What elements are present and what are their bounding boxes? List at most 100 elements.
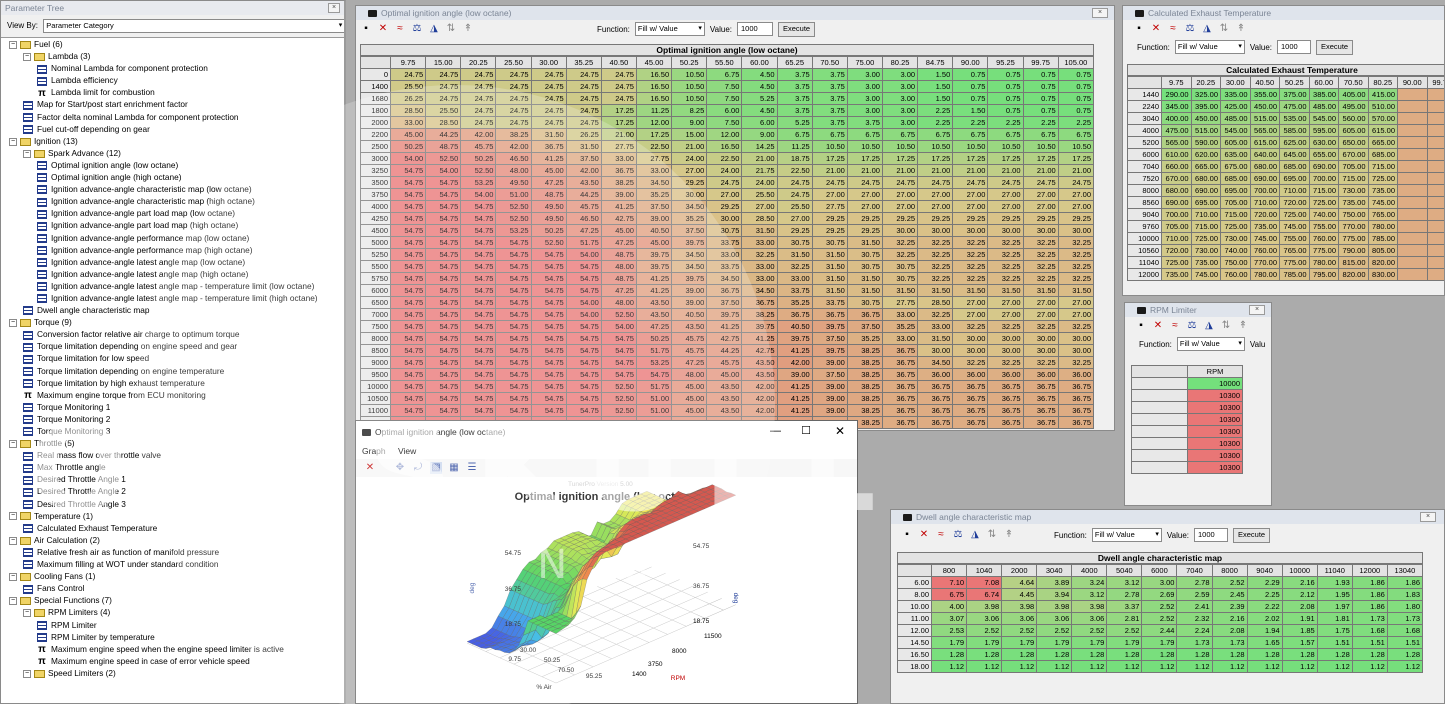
table-cell[interactable]: 27.00 <box>952 200 989 213</box>
table-cell[interactable]: 10300 <box>1187 437 1243 450</box>
table-cell[interactable]: 3.75 <box>776 104 813 117</box>
table-cell[interactable]: 54.75 <box>425 260 462 273</box>
table-cell[interactable]: 25.50 <box>389 80 427 93</box>
table-cell[interactable]: 54.75 <box>425 392 462 405</box>
grid-icon[interactable]: ☰ <box>466 462 478 474</box>
table-cell[interactable]: 745.00 <box>1279 220 1310 233</box>
tree-node[interactable]: − Cooling Fans (1) <box>1 570 344 582</box>
table-cell[interactable]: 54.75 <box>425 236 462 249</box>
table-cell[interactable]: 4.50 <box>741 104 778 117</box>
table-cell[interactable]: 565.00 <box>1161 136 1192 149</box>
table-cell[interactable]: 6.75 <box>917 128 954 141</box>
table-cell[interactable]: 620.00 <box>1190 148 1221 161</box>
table-cell[interactable]: 1.86 <box>1351 576 1388 589</box>
table-cell[interactable]: 10.50 <box>917 140 954 153</box>
table-cell[interactable]: 42.00 <box>741 404 778 417</box>
table-cell[interactable]: 49.50 <box>495 176 532 189</box>
table-cell[interactable]: 715.00 <box>1367 160 1398 173</box>
table-cell[interactable]: 485.00 <box>1308 100 1339 113</box>
tree-node[interactable]: Ignition advance-angle characteristic ma… <box>1 195 344 207</box>
table-cell[interactable]: 685.00 <box>1367 148 1398 161</box>
table-cell[interactable] <box>1397 88 1428 101</box>
table-cell[interactable]: 3.00 <box>881 92 919 105</box>
table-cell[interactable]: 54.75 <box>530 260 567 273</box>
collapse-icon[interactable]: − <box>23 669 31 678</box>
table-cell[interactable]: 30.00 <box>917 344 954 357</box>
collapse-icon[interactable]: − <box>9 512 17 521</box>
table-cell[interactable]: 43.50 <box>706 380 743 393</box>
table-cell[interactable]: 42.00 <box>776 356 813 369</box>
table-cell[interactable]: 2.08 <box>1211 624 1248 637</box>
table-cell[interactable]: 745.00 <box>1249 232 1280 245</box>
table-cell[interactable]: 21.00 <box>987 164 1024 177</box>
tree-node[interactable]: − Spark Advance (12) <box>1 147 344 159</box>
table-cell[interactable]: 24.75 <box>425 68 462 81</box>
table-cell[interactable]: 735.00 <box>1249 220 1280 233</box>
table-cell[interactable]: 4.45 <box>1001 588 1038 601</box>
table-cell[interactable]: 660.00 <box>1161 160 1192 173</box>
table-cell[interactable]: 665.00 <box>1190 160 1221 173</box>
table-cell[interactable]: 46.50 <box>495 152 532 165</box>
table-cell[interactable]: 22.50 <box>706 152 743 165</box>
tree-node[interactable]: − Fuel (6) <box>1 38 344 50</box>
table-cell[interactable]: 8.25 <box>671 104 708 117</box>
table-cell[interactable]: 10.50 <box>1057 140 1095 153</box>
table-cell[interactable]: 54.75 <box>460 332 497 345</box>
table-cell[interactable]: 24.75 <box>530 68 567 81</box>
tree-node[interactable]: Desired Throttle Angle 2 <box>1 485 344 497</box>
close-icon[interactable]: × <box>328 3 340 13</box>
table-cell[interactable]: 32.25 <box>881 248 919 261</box>
table-cell[interactable]: 3.00 <box>846 92 883 105</box>
table-cell[interactable]: 36.00 <box>917 368 954 381</box>
table-cell[interactable]: 0.75 <box>987 104 1024 117</box>
table-cell[interactable]: 54.75 <box>530 392 567 405</box>
table-cell[interactable]: 24.00 <box>706 164 743 177</box>
table-cell[interactable]: 715.00 <box>1308 184 1339 197</box>
table-cell[interactable]: 515.00 <box>1190 124 1221 137</box>
table-cell[interactable]: 670.00 <box>1161 172 1192 185</box>
table-cell[interactable]: 2.25 <box>987 116 1024 129</box>
table-cell[interactable]: 36.75 <box>1057 392 1095 405</box>
table-cell[interactable]: 2.25 <box>1057 116 1095 129</box>
table-cell[interactable] <box>1426 196 1444 209</box>
table-cell[interactable]: 2.52 <box>1071 624 1108 637</box>
table-cell[interactable]: 1.50 <box>917 68 954 81</box>
tree-node[interactable]: Calculated Exhaust Temperature <box>1 522 344 534</box>
table-cell[interactable]: 1.12 <box>1141 660 1178 673</box>
table-cell[interactable]: 54.75 <box>565 320 602 333</box>
tree-node[interactable]: − Special Functions (7) <box>1 594 344 606</box>
table-cell[interactable]: 3.24 <box>1071 576 1108 589</box>
table-cell[interactable]: 51.75 <box>565 236 602 249</box>
table-cell[interactable]: 29.25 <box>881 212 919 225</box>
save-icon[interactable]: ▪ <box>901 529 913 541</box>
table-cell[interactable]: 32.25 <box>1057 320 1095 333</box>
axis-icon[interactable]: ↟ <box>1237 320 1249 332</box>
table-cell[interactable]: 0.75 <box>1022 80 1059 93</box>
table-cell[interactable]: 1.28 <box>1351 648 1388 661</box>
table-cell[interactable]: 32.25 <box>987 272 1024 285</box>
table-cell[interactable] <box>1397 148 1428 161</box>
table-cell[interactable]: 38.25 <box>495 128 532 141</box>
table-cell[interactable]: 54.75 <box>530 344 567 357</box>
table-cell[interactable]: 1.65 <box>1246 636 1283 649</box>
tree-node[interactable]: Factor delta nominal Lambda for componen… <box>1 111 344 123</box>
table-cell[interactable]: 735.00 <box>1367 184 1398 197</box>
table-cell[interactable]: 33.00 <box>741 272 778 285</box>
table-cell[interactable]: 48.00 <box>600 260 637 273</box>
table-cell[interactable]: 39.00 <box>776 368 813 381</box>
table-cell[interactable]: 36.75 <box>881 404 919 417</box>
table-cell[interactable]: 44.25 <box>425 128 462 141</box>
table-cell[interactable]: 43.50 <box>741 368 778 381</box>
table-cell[interactable]: 54.00 <box>460 188 497 201</box>
table-cell[interactable]: 52.50 <box>460 164 497 177</box>
save-icon[interactable]: ▪ <box>1133 23 1145 35</box>
table-cell[interactable]: 54.75 <box>460 344 497 357</box>
table-cell[interactable]: 30.75 <box>706 224 743 237</box>
table-cell[interactable]: 31.50 <box>741 224 778 237</box>
table-cell[interactable]: 30.00 <box>1022 224 1059 237</box>
table-cell[interactable]: 36.00 <box>1057 368 1095 381</box>
table-cell[interactable]: 51.75 <box>635 380 673 393</box>
table-cell[interactable]: 10.50 <box>1022 140 1059 153</box>
table-cell[interactable]: 780.00 <box>1367 220 1398 233</box>
tree-node[interactable]: Real mass flow over throttle valve <box>1 449 344 461</box>
